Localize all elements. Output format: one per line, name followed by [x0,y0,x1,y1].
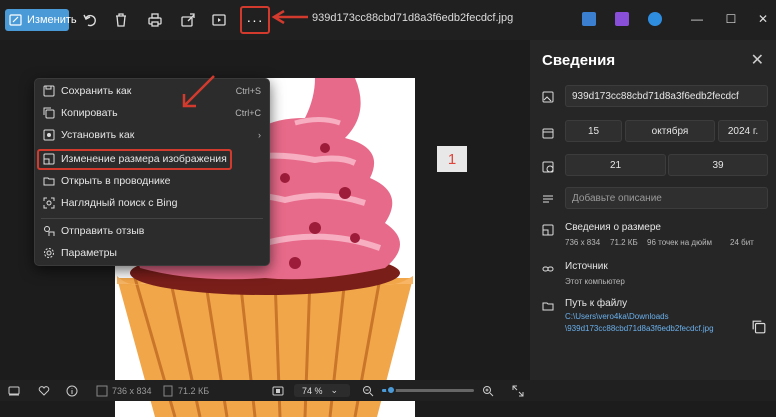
zoom-in-icon[interactable] [482,384,494,397]
delete-icon[interactable] [111,10,131,30]
source-title: Источник [565,261,608,272]
menu-item-feedback[interactable]: Отправить отзыв [35,220,269,242]
rotate-icon[interactable] [80,10,100,30]
file-path-line-2[interactable]: \939d173cc88cbd71d8a3f6edb2fecdcf.jpg [565,323,714,335]
size-bit-depth: 24 бит [730,238,754,247]
close-icon[interactable]: ✕ [751,50,764,70]
time-hour-field[interactable]: 21 [565,154,666,176]
visual-search-icon [43,197,55,209]
file-path-line-1[interactable]: C:\Users\vero4ka\Downloads [565,311,669,323]
folder-icon [542,299,554,311]
resize-item-highlight [37,149,232,170]
menu-item-open-explorer[interactable]: Открыть в проводнике [35,170,269,192]
slideshow-icon[interactable] [209,10,229,30]
feedback-icon [43,225,55,237]
date-month-field[interactable]: октября [625,120,715,142]
calendar-icon [542,126,554,139]
status-dimensions: 736 x 834 [112,385,152,396]
file-size-icon [162,384,174,397]
menu-item-save-as[interactable]: Сохранить как Ctrl+S [35,80,269,102]
source-value: Этот компьютер [565,277,625,286]
description-icon [542,192,554,204]
gear-icon [43,247,55,259]
share-icon[interactable] [178,10,198,30]
size-info-title: Сведения о размере [565,222,661,233]
status-bar: 736 x 834 71.2 КБ 74 % ⌄ [0,380,776,401]
editor-app-icon[interactable] [582,12,596,26]
size-info-icon [542,223,554,236]
fullscreen-icon[interactable] [512,384,524,397]
info-icon[interactable] [66,384,78,397]
date-day-field[interactable]: 15 [565,120,622,142]
zoom-slider[interactable] [382,384,474,397]
zoom-dropdown[interactable]: 74 % ⌄ [294,384,350,397]
link-icon [542,262,554,274]
edit-icon [9,13,23,27]
menu-item-settings[interactable]: Параметры [35,242,269,264]
more-options-menu: Сохранить как Ctrl+S Копировать Ctrl+C У… [34,78,270,266]
close-window-icon[interactable]: ✕ [752,10,774,28]
copy-icon [43,107,55,119]
print-icon[interactable] [145,10,165,30]
maximize-icon[interactable]: ☐ [720,10,742,28]
dimensions-icon [96,384,108,397]
chevron-down-icon: ⌄ [330,385,339,395]
title-bar: Изменить ··· 939d173cc88cbd71d8a3f6edb2f… [0,0,776,40]
more-options-button[interactable]: ··· [240,6,270,34]
menu-item-bing-search[interactable]: Наглядный поиск с Bing [35,192,269,214]
filmstrip-icon[interactable] [8,384,20,397]
details-panel: Сведения ✕ 939d173cc88cbd71d8a3f6edb2fec… [530,40,776,380]
time-minute-field[interactable]: 39 [668,154,768,176]
edit-button-label: Изменить [27,14,77,26]
menu-separator [41,218,263,219]
chevron-right-icon: › [258,130,261,140]
zoom-out-icon[interactable] [362,384,374,397]
status-file-size: 71.2 КБ [178,385,210,396]
favorite-icon[interactable] [38,384,50,397]
minimize-icon[interactable]: — [686,10,708,28]
clipchamp-app-icon[interactable] [615,12,629,26]
image-icon [542,90,554,103]
size-dpi: 96 точек на дюйм [647,238,713,247]
edit-button[interactable]: Изменить [5,9,77,31]
image-viewer[interactable]: Сохранить как Ctrl+S Копировать Ctrl+C У… [0,40,530,417]
zoom-slider-thumb[interactable] [386,385,397,395]
set-as-icon [43,129,55,141]
file-path-title: Путь к файлу [565,298,628,309]
description-input[interactable]: Добавьте описание [565,187,768,209]
folder-icon [43,175,55,187]
clock-icon [542,160,554,173]
file-name-title: 939d173cc88cbd71d8a3f6edb2fecdcf.jpg [312,12,514,24]
date-year-field[interactable]: 2024 г. [718,120,768,142]
copy-path-icon[interactable] [752,320,766,334]
size-dimensions: 736 x 834 [565,238,601,247]
file-name-field[interactable]: 939d173cc88cbd71d8a3f6edb2fecdcf [565,85,768,107]
onedrive-icon[interactable] [648,12,662,26]
save-icon [43,85,55,97]
step-number-badge: 1 [437,146,467,172]
menu-item-copy[interactable]: Копировать Ctrl+C [35,102,269,124]
menu-item-set-as[interactable]: Установить как › [35,124,269,146]
fit-screen-icon[interactable] [272,384,284,397]
size-kilobytes: 71.2 КБ [610,238,638,247]
panel-title: Сведения [542,52,616,69]
